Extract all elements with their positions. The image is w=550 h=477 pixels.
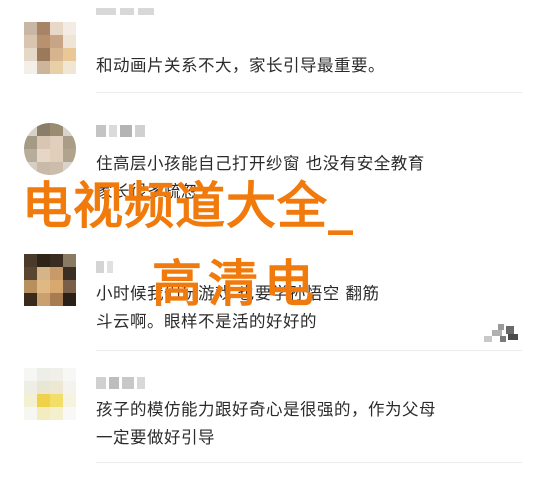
comment-text-line: 一定要做好引导: [96, 428, 215, 447]
avatar[interactable]: [24, 254, 76, 306]
divider: [96, 92, 522, 93]
comment-text-line: 孩子的模仿能力跟好奇心是很强的，作为父母: [96, 400, 436, 419]
blurred-username: [96, 374, 148, 389]
avatar[interactable]: [24, 22, 76, 74]
avatar[interactable]: [24, 368, 76, 420]
avatar[interactable]: [24, 123, 76, 175]
overlay-subtitle: 高清电: [152, 255, 320, 313]
overlay-title: 电视频道大全_: [22, 177, 354, 235]
blurred-username: [96, 258, 116, 273]
comment-text: 和动画片关系不大，家长引导最重要。: [96, 56, 385, 75]
divider: [96, 462, 522, 463]
blurred-username: [96, 0, 216, 15]
comment-text: 孩子的模仿能力跟好奇心是很强的，作为父母 一定要做好引导: [96, 396, 520, 452]
sticker-icon: [484, 324, 518, 342]
divider: [96, 350, 522, 351]
comment-text-line: 住高层小孩能自己打开纱窗 也没有安全教育: [96, 154, 425, 173]
blurred-username: [96, 122, 148, 137]
